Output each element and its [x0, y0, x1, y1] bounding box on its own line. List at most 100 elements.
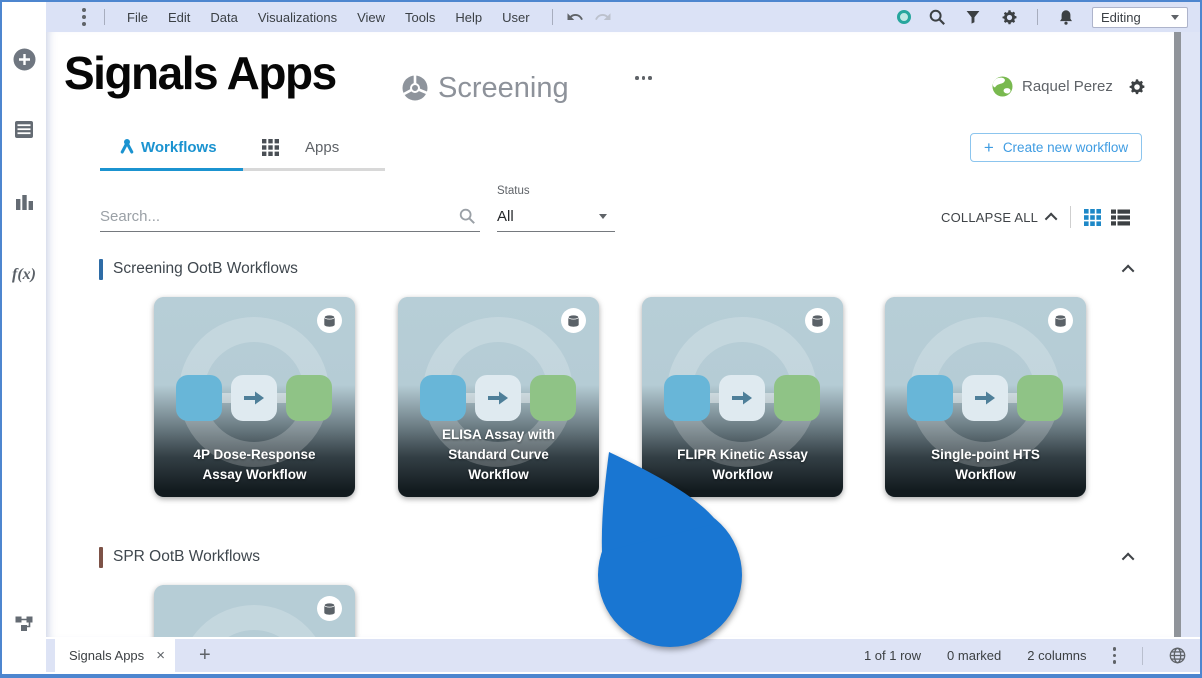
data-badge: [805, 308, 830, 333]
divider: [1070, 206, 1071, 228]
arrow-right-icon: [487, 391, 509, 405]
data-badge: [317, 596, 342, 621]
status-filter-dropdown[interactable]: All: [497, 202, 615, 232]
workflow-card[interactable]: FLIPR Kinetic Assay Workflow: [642, 297, 843, 497]
tab-apps[interactable]: Apps: [305, 139, 339, 156]
menu-data[interactable]: Data: [200, 10, 247, 25]
workflow-card[interactable]: 4P Dose-Response Assay Workflow: [154, 297, 355, 497]
data-table-icon[interactable]: [2, 120, 46, 139]
redo-icon[interactable]: [593, 7, 613, 27]
search-icon[interactable]: [927, 7, 947, 27]
right-panel-strip: [1181, 32, 1200, 637]
search-icon: [458, 207, 476, 225]
collapse-all-button[interactable]: COLLAPSE ALL: [941, 210, 1038, 225]
page-tab-strip: Signals Apps × + 1 of 1 row 0 marked 2 c…: [46, 639, 1200, 672]
database-cylinder-icon: [567, 314, 580, 328]
menu-file[interactable]: File: [117, 10, 158, 25]
menu-tools[interactable]: Tools: [395, 10, 445, 25]
workflow-card-partial[interactable]: [154, 585, 355, 637]
grid-view-toggle[interactable]: [1084, 209, 1101, 226]
data-badge: [1048, 308, 1073, 333]
workflow-card-title: Single-point HTS Workflow: [907, 445, 1064, 485]
inactive-tab-underline: [243, 168, 385, 171]
workflow-node-input: [420, 375, 466, 421]
database-cylinder-icon: [323, 602, 336, 616]
divider: [552, 9, 553, 25]
workflow-card-title: FLIPR Kinetic Assay Workflow: [664, 445, 821, 485]
section-title: Screening OotB Workflows: [113, 260, 298, 278]
workflow-card[interactable]: Single-point HTS Workflow: [885, 297, 1086, 497]
workflow-node-process: [475, 375, 521, 421]
gear-icon[interactable]: [999, 7, 1019, 27]
mode-label: Editing: [1101, 10, 1141, 25]
workflow-node-output: [1017, 375, 1063, 421]
live-indicator-icon: [897, 10, 911, 24]
menu-edit[interactable]: Edit: [158, 10, 200, 25]
search-field: [100, 202, 480, 232]
new-page-button[interactable]: +: [199, 644, 211, 667]
section-accent-bar: [99, 547, 103, 568]
divider: [104, 9, 105, 25]
divider: [1142, 647, 1143, 665]
menu-user[interactable]: User: [492, 10, 539, 25]
workflow-node-input: [907, 375, 953, 421]
collapse-section-icon[interactable]: [1122, 264, 1135, 277]
undo-icon[interactable]: [565, 7, 585, 27]
more-options-icon[interactable]: [635, 76, 652, 80]
data-badge: [317, 308, 342, 333]
main-content: Signals Apps Screening Raquel Perez Work…: [46, 32, 1174, 637]
workflow-node-process: [719, 375, 765, 421]
apps-tab-icon: [262, 139, 279, 156]
user-settings-gear-icon[interactable]: [1128, 78, 1146, 96]
arrow-right-icon: [974, 391, 996, 405]
list-view-toggle[interactable]: [1111, 209, 1130, 226]
database-cylinder-icon: [323, 314, 336, 328]
active-tab-underline: [100, 168, 243, 171]
left-sidebar: f(x): [2, 2, 46, 674]
close-icon[interactable]: ×: [156, 647, 165, 664]
database-cylinder-icon: [811, 314, 824, 328]
mode-dropdown[interactable]: Editing: [1092, 7, 1188, 28]
more-vertical-icon[interactable]: [1113, 647, 1117, 664]
tab-workflows[interactable]: Workflows: [141, 139, 217, 156]
app-window: File Edit Data Visualizations View Tools…: [0, 0, 1202, 678]
column-count: 2 columns: [1027, 648, 1086, 663]
menu-visualizations[interactable]: Visualizations: [248, 10, 347, 25]
workflows-tab-icon: [118, 138, 136, 156]
page-tab-label: Signals Apps: [69, 648, 144, 663]
arrow-right-icon: [731, 391, 753, 405]
status-filter-label: Status: [497, 185, 530, 197]
visualizations-icon[interactable]: [2, 192, 46, 211]
divider: [1037, 9, 1038, 25]
workflow-node-process: [231, 375, 277, 421]
page-tab-signals-apps[interactable]: Signals Apps ×: [55, 639, 175, 672]
workflow-node-output: [530, 375, 576, 421]
section-title: SPR OotB Workflows: [113, 548, 260, 566]
more-vertical-icon[interactable]: [76, 8, 92, 26]
user-chip[interactable]: Raquel Perez: [992, 76, 1146, 97]
menu-view[interactable]: View: [347, 10, 395, 25]
status-filter-value: All: [497, 208, 514, 225]
collapse-section-icon[interactable]: [1122, 552, 1135, 565]
section-header-screening: Screening OotB Workflows: [99, 256, 1146, 282]
chevron-down-icon: [1171, 15, 1179, 20]
functions-icon[interactable]: f(x): [2, 266, 46, 284]
workflow-card[interactable]: ELISA Assay with Standard Curve Workflow: [398, 297, 599, 497]
panel-splitter[interactable]: [1174, 32, 1181, 637]
page-title: Signals Apps: [64, 46, 336, 100]
menu-help[interactable]: Help: [445, 10, 492, 25]
filter-icon[interactable]: [963, 7, 983, 27]
workflow-card-title: 4P Dose-Response Assay Workflow: [176, 445, 333, 485]
arrow-right-icon: [243, 391, 265, 405]
chevron-down-icon: [599, 214, 607, 219]
analysis-file-icon: [401, 74, 429, 102]
add-visualization-icon[interactable]: [2, 48, 46, 71]
create-new-workflow-button[interactable]: + Create new workflow: [970, 133, 1142, 162]
workflow-card-title: ELISA Assay with Standard Curve Workflow: [420, 425, 577, 485]
globe-icon[interactable]: [1169, 647, 1186, 664]
workflow-node-output: [774, 375, 820, 421]
data-canvas-icon[interactable]: [2, 612, 46, 634]
bell-icon[interactable]: [1056, 7, 1076, 27]
plus-icon: +: [984, 139, 994, 156]
search-input[interactable]: [100, 202, 440, 231]
